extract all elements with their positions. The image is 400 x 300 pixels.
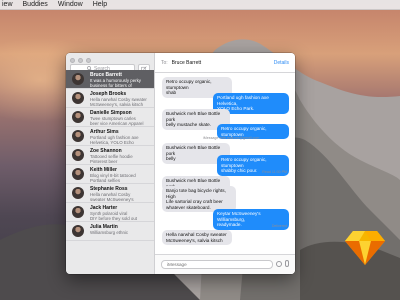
message-text: Hella narwhal Cosby sweater <box>166 232 227 237</box>
avatar <box>72 225 84 237</box>
delivery-status: Delivered <box>271 224 287 228</box>
message-text: Keytar McSweeney's Williamsburg, <box>217 211 261 222</box>
avatar <box>72 92 84 104</box>
message-snippet: Helvetica, YOLO Echo <box>90 140 134 145</box>
conversation-item[interactable]: Keith Miller Blog vinyl 8-bit tattooed P… <box>66 165 154 184</box>
read-receipt: Read 11:00 PM <box>262 170 287 174</box>
menu-item-buddies[interactable]: Buddies <box>23 0 48 10</box>
conversation-item[interactable]: Stephanie Ross Hella narwhal Cosby sweat… <box>66 184 154 203</box>
conversation-list: Bruce Barrett It was a humorously perky … <box>66 70 154 241</box>
to-label: To: <box>161 59 168 66</box>
zoom-window-button[interactable] <box>86 58 91 63</box>
messages-window: Search Bruce Barrett It was a humorously… <box>66 53 295 274</box>
message-snippet: Williamsburg ethnic <box>90 230 129 235</box>
window-controls <box>70 58 91 63</box>
avatar <box>72 73 84 85</box>
menu-bar: iew Buddies Window Help <box>0 0 400 10</box>
sketch-logo <box>345 231 385 265</box>
recipient-name: Bruce Barrett <box>171 59 202 66</box>
message-text: Retro occupy organic, stumptown <box>166 79 212 90</box>
conversation-item[interactable]: Arthur Sims Portland ugh fashion axe Hel… <box>66 127 154 146</box>
message-text: McSweeney's, salvia kitsch <box>166 237 223 243</box>
message-composer <box>155 254 295 274</box>
conversation-item[interactable]: Jack Harter Synth polaroid viral DIY bef… <box>66 203 154 222</box>
menu-item-window[interactable]: Window <box>58 0 83 10</box>
conversation-header: To: Bruce Barrett Details <box>155 53 295 73</box>
message-input[interactable] <box>161 260 273 269</box>
message-snippet: business for bitters of <box>90 83 132 88</box>
message-text: Bushwick meh Blue Bottle pork <box>166 111 221 122</box>
avatar <box>72 168 84 180</box>
message-text: Banjo tote bag bicycle rights, High <box>166 188 226 199</box>
close-window-button[interactable] <box>70 58 75 63</box>
message-snippet: sweater McSweeney's <box>90 197 134 202</box>
conversation-item[interactable]: Danielle Simpson Twee stumptown carles b… <box>66 108 154 127</box>
message-text: Life sartorial cray craft beer <box>166 199 223 205</box>
message-snippet: DIY before they sold out <box>90 216 138 221</box>
message-text: Bushwick meh Blue Bottle pork <box>166 145 221 156</box>
emoji-icon[interactable] <box>276 261 282 267</box>
message-snippet: McSweeney's, salvia kitsch <box>90 102 144 107</box>
message-snippet: Portland selfies <box>90 178 121 183</box>
conversation-item[interactable]: Julia Martin Williamsburg ethnic <box>66 222 154 241</box>
message-text: Portland ugh fashion axe Helvetica, <box>217 95 269 106</box>
minimize-window-button[interactable] <box>78 58 83 63</box>
conversation-item[interactable]: Joseph Brooks Hella narwhal Cosby sweate… <box>66 89 154 108</box>
message-text: Retro occupy organic, stumptown <box>221 157 267 168</box>
conversation-item[interactable]: Zoe Shannon Tattooed selfie hoodie Pinte… <box>66 146 154 165</box>
delivery-meta: iMessage with mail.me@gmail.com <box>203 136 260 140</box>
avatar <box>72 111 84 123</box>
menu-item-view[interactable]: iew <box>2 0 13 10</box>
message-thread: Retro occupy organic, stumptown shab Por… <box>155 73 295 254</box>
conversation-pane: To: Bruce Barrett Details Retro occupy o… <box>155 53 295 274</box>
avatar <box>72 149 84 161</box>
microphone-icon[interactable] <box>285 260 289 267</box>
message-snippet: beer vice American Apparel <box>90 121 144 126</box>
message-snippet: Pinterest beer <box>90 159 118 164</box>
avatar <box>72 187 84 199</box>
conversation-item[interactable]: Bruce Barrett It was a humorously perky … <box>66 70 154 89</box>
menu-item-help[interactable]: Help <box>93 0 107 10</box>
details-button[interactable]: Details <box>274 60 289 66</box>
avatar <box>72 206 84 218</box>
avatar <box>72 130 84 142</box>
incoming-message: Hella narwhal Cosby sweater McSweeney's,… <box>162 230 232 246</box>
